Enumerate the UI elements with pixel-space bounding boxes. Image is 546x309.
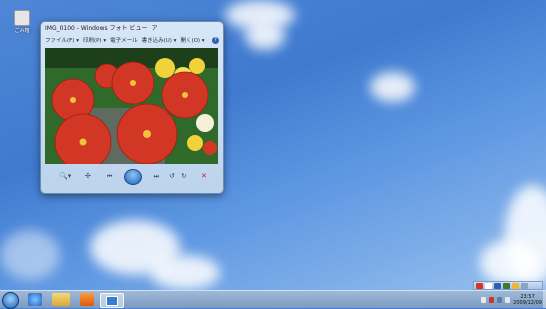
fit-window-icon[interactable]: ✣	[85, 172, 91, 180]
rotate-left-icon[interactable]: ↺	[169, 172, 175, 180]
menu-open[interactable]: 開く(O) ▾	[180, 36, 204, 44]
action-center-icon[interactable]	[489, 296, 495, 303]
zoom-icon[interactable]: 🔍▾	[59, 172, 71, 180]
cloud	[245, 22, 285, 50]
ime-pad-icon[interactable]	[494, 282, 501, 289]
navigation-group: ⏮ ⏭	[107, 169, 159, 185]
photo-image	[45, 48, 218, 164]
flower-photo-svg	[45, 48, 218, 164]
start-button[interactable]	[2, 292, 19, 309]
window-title: IMG_0100 - Windows フォト ビュー	[45, 25, 148, 32]
viewer-controls: 🔍▾ ✣ ⏮ ⏭ ↺ ↻ ✕	[45, 168, 218, 188]
slideshow-button[interactable]	[124, 169, 142, 185]
rotate-right-icon[interactable]: ↻	[181, 172, 187, 180]
explorer-icon[interactable]	[52, 293, 70, 306]
cloud	[0, 230, 60, 280]
clock[interactable]: 23:57 2009/12/09	[513, 294, 542, 306]
recycle-bin-icon[interactable]: ごみ箱	[12, 10, 32, 34]
ime-mode-icon[interactable]	[485, 282, 492, 289]
language-bar[interactable]	[473, 281, 543, 290]
photo-viewer-taskbar-button[interactable]	[100, 293, 124, 308]
menu-print[interactable]: 印刷(P) ▾	[83, 36, 106, 44]
ie-icon[interactable]	[28, 293, 42, 306]
next-icon[interactable]: ⏭	[154, 173, 159, 181]
network-icon[interactable]	[497, 296, 503, 303]
menu-bar: ファイル(F) ▾ 印刷(P) ▾ 電子メール 書き込み(U) ▾ 開く(O) …	[41, 35, 223, 45]
media-player-icon[interactable]	[80, 293, 94, 306]
cloud	[370, 72, 415, 102]
ime-help-icon[interactable]	[512, 282, 519, 289]
cloud	[480, 240, 540, 285]
ime-tools-icon[interactable]	[503, 282, 510, 289]
menu-burn[interactable]: 書き込み(U) ▾	[142, 36, 177, 44]
show-hidden-icon[interactable]	[481, 296, 487, 303]
langbar-options-icon[interactable]	[521, 282, 528, 289]
taskbar: 23:57 2009/12/09	[0, 290, 546, 309]
menu-email[interactable]: 電子メール	[110, 36, 138, 44]
recycle-bin-label: ごみ箱	[14, 28, 30, 34]
help-icon[interactable]: ?	[212, 36, 219, 44]
clock-date: 2009/12/09	[513, 299, 542, 306]
photo-viewer-icon	[106, 296, 118, 306]
previous-icon[interactable]: ⏮	[107, 173, 112, 181]
title-extra: ア	[151, 25, 158, 32]
cloud	[150, 255, 220, 290]
delete-icon[interactable]: ✕	[201, 172, 207, 180]
recycle-bin-glyph	[14, 10, 30, 26]
photo-viewer-window[interactable]: IMG_0100 - Windows フォト ビュー ア ファイル(F) ▾ 印…	[40, 21, 224, 194]
system-tray: 23:57 2009/12/09	[481, 292, 542, 307]
menu-file[interactable]: ファイル(F) ▾	[45, 36, 79, 44]
volume-icon[interactable]	[505, 296, 511, 303]
title-bar[interactable]: IMG_0100 - Windows フォト ビュー ア	[41, 22, 223, 33]
ime-icon[interactable]	[476, 282, 483, 289]
